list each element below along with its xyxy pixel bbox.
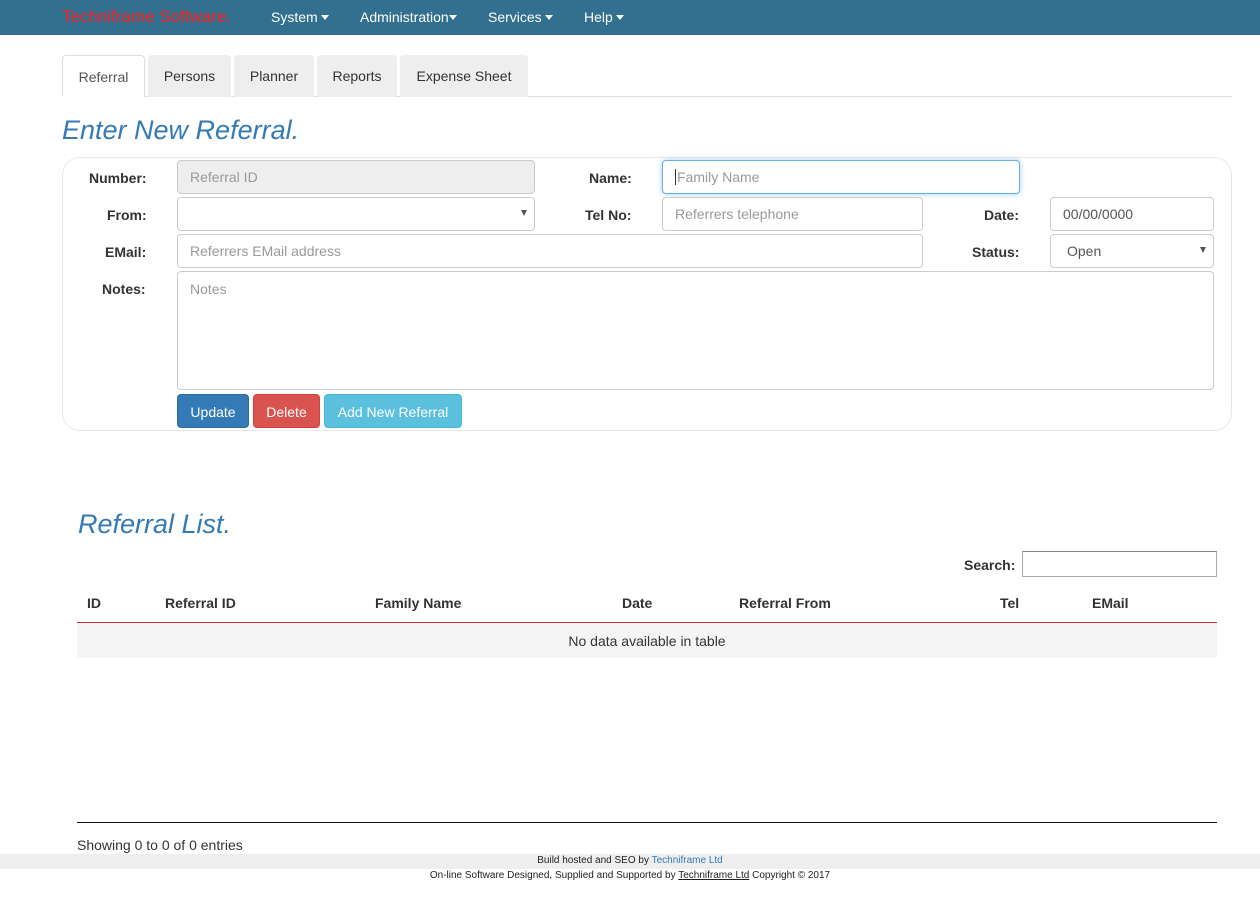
- column-header-family-name[interactable]: Family Name: [375, 595, 461, 611]
- caret-down-icon: [615, 14, 624, 20]
- footer-supported-link[interactable]: Techniframe Ltd: [678, 870, 749, 881]
- footer-hosted-text: Build hosted and SEO by: [537, 855, 649, 866]
- date-input[interactable]: 00/00/0000: [1050, 197, 1214, 231]
- table-info: Showing 0 to 0 of 0 entries: [77, 837, 243, 853]
- tab-expense-sheet[interactable]: Expense Sheet: [400, 55, 528, 97]
- search-input[interactable]: [1022, 551, 1217, 577]
- email-input[interactable]: Referrers EMail address: [177, 234, 923, 268]
- notes-label: Notes:: [102, 281, 146, 297]
- dropdown-arrow-icon: [1200, 247, 1206, 253]
- menu-services-label: Services: [488, 9, 542, 25]
- add-new-referral-button[interactable]: Add New Referral: [324, 394, 462, 428]
- email-label: EMail:: [105, 244, 147, 260]
- notes-placeholder: Notes: [190, 281, 227, 297]
- tel-placeholder: Referrers telephone: [675, 206, 799, 222]
- tab-persons[interactable]: Persons: [148, 55, 231, 97]
- date-label: Date:: [984, 207, 1020, 223]
- email-placeholder: Referrers EMail address: [190, 243, 341, 259]
- tab-referral[interactable]: Referral: [62, 55, 145, 97]
- footer-supported-text: On-line Software Designed, Supplied and …: [429, 870, 676, 881]
- column-header-referral-id[interactable]: Referral ID: [165, 595, 236, 611]
- column-header-referral-from[interactable]: Referral From: [739, 595, 831, 611]
- caret-down-icon: [544, 14, 553, 20]
- number-label: Number:: [89, 170, 147, 186]
- form-title: Enter New Referral.: [62, 115, 300, 145]
- caret-down-icon: [448, 14, 457, 20]
- column-header-id[interactable]: ID: [87, 595, 101, 611]
- column-header-date[interactable]: Date: [622, 595, 652, 611]
- tel-label: Tel No:: [585, 207, 632, 223]
- brand-logo[interactable]: Techniframe Software.: [62, 7, 231, 27]
- column-header-email[interactable]: EMail: [1092, 595, 1129, 611]
- from-label: From:: [107, 207, 147, 223]
- referral-id-field[interactable]: Referral ID: [177, 160, 535, 194]
- footer-hosted-link[interactable]: Techniframe Ltd: [652, 855, 723, 866]
- update-button[interactable]: Update: [177, 394, 249, 428]
- status-select-value: Open: [1067, 243, 1102, 259]
- search-label: Search:: [964, 557, 1016, 573]
- text-cursor: [675, 169, 676, 185]
- menu-system-label: System: [271, 9, 318, 25]
- footer-copyright: On-line Software Designed, Supplied and …: [0, 870, 1260, 881]
- caret-down-icon: [320, 14, 329, 20]
- name-label: Name:: [589, 170, 632, 186]
- delete-button[interactable]: Delete: [253, 394, 320, 428]
- date-value: 00/00/0000: [1063, 206, 1134, 222]
- column-header-tel[interactable]: Tel: [1000, 595, 1019, 611]
- menu-system[interactable]: System: [271, 9, 329, 25]
- referral-id-placeholder: Referral ID: [190, 169, 258, 185]
- status-select[interactable]: Open: [1050, 234, 1214, 268]
- footer-hosted: Build hosted and SEO by Techniframe Ltd: [0, 854, 1260, 869]
- table-bottom-divider: [77, 822, 1217, 823]
- family-name-input[interactable]: Family Name: [662, 160, 1020, 194]
- menu-administration-label: Administration: [360, 9, 449, 25]
- tab-reports[interactable]: Reports: [317, 55, 397, 97]
- family-name-placeholder: Family Name: [677, 169, 760, 185]
- menu-help[interactable]: Help: [584, 9, 624, 25]
- menu-administration[interactable]: Administration: [360, 9, 457, 25]
- menu-help-label: Help: [584, 9, 613, 25]
- footer-copyright-text: Copyright © 2017: [752, 870, 831, 881]
- menu-services[interactable]: Services: [488, 9, 553, 25]
- dropdown-arrow-icon: [521, 210, 527, 216]
- notes-textarea[interactable]: Notes: [177, 271, 1214, 390]
- tel-input[interactable]: Referrers telephone: [662, 197, 923, 231]
- tab-planner[interactable]: Planner: [234, 55, 314, 97]
- from-select[interactable]: [177, 197, 535, 231]
- status-label: Status:: [972, 244, 1020, 260]
- list-title: Referral List.: [78, 509, 232, 539]
- top-navbar: Techniframe Software. System Administrat…: [0, 0, 1260, 35]
- empty-table-row: No data available in table: [77, 623, 1217, 658]
